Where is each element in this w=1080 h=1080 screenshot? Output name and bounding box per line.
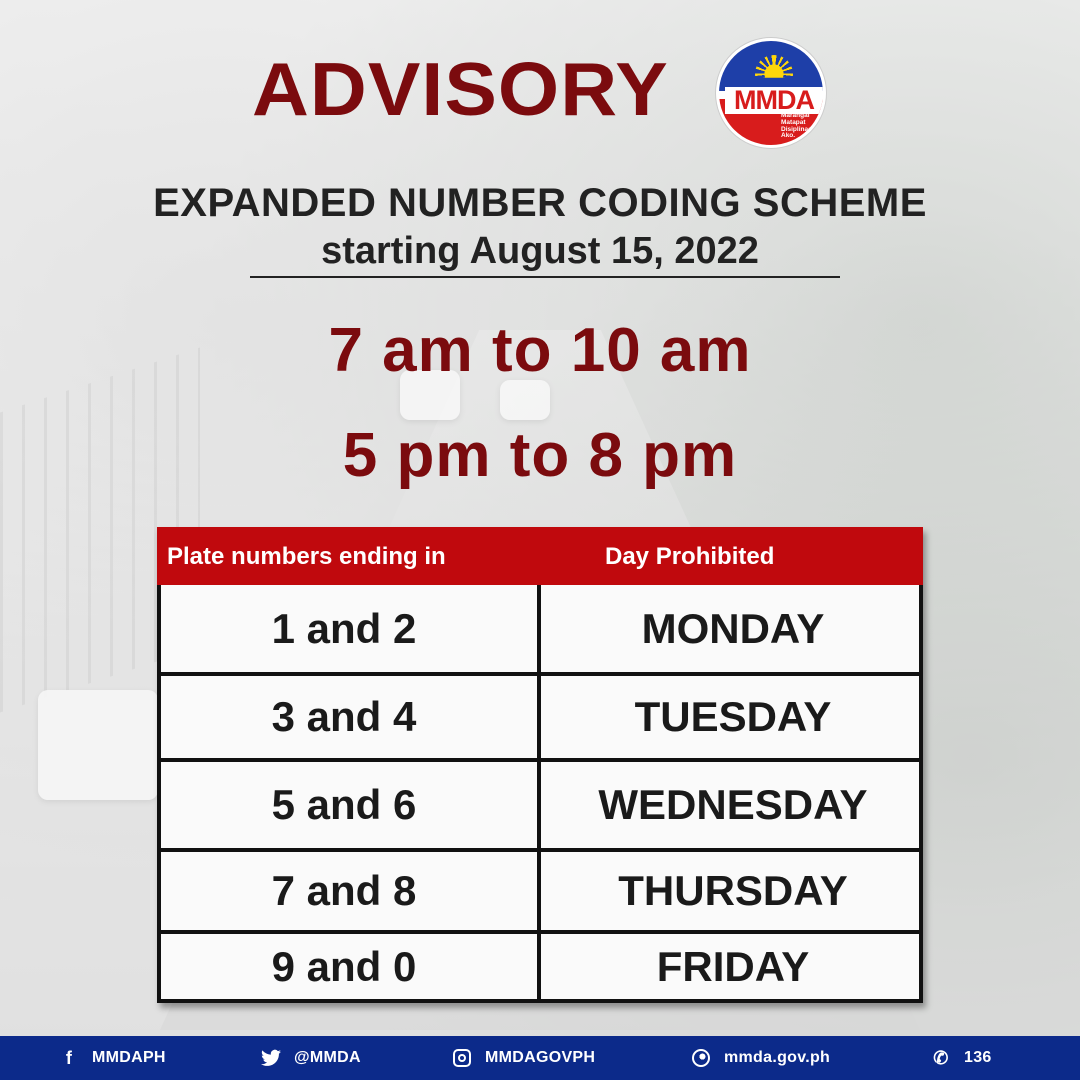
coding-schedule-table: Plate numbers ending in Day Prohibited 1… xyxy=(157,527,923,1003)
plate-cell: 5 and 6 xyxy=(161,762,541,848)
morning-hours: 7 am to 10 am xyxy=(328,316,752,385)
plate-cell: 7 and 8 xyxy=(161,852,541,930)
website-link[interactable]: mmda.gov.ph xyxy=(690,1036,830,1080)
website-url: mmda.gov.ph xyxy=(724,1049,831,1066)
table-header: Plate numbers ending in Day Prohibited xyxy=(157,527,923,585)
logo-text: MMDA xyxy=(725,87,823,114)
social-footer: f MMDAPH @MMDA MMDAGOVPH mmda.gov.ph ✆ 1… xyxy=(0,1036,1080,1080)
twitter-link[interactable]: @MMDA xyxy=(260,1036,361,1080)
facebook-handle: MMDAPH xyxy=(92,1049,166,1066)
mmda-logo: MMDA Marangal Matapat Disiplinado Ako. xyxy=(716,38,826,148)
twitter-handle: @MMDA xyxy=(294,1049,361,1066)
day-cell: FRIDAY xyxy=(656,942,810,990)
scheme-subtitle: EXPANDED NUMBER CODING SCHEME xyxy=(153,181,927,225)
hotline-link[interactable]: ✆ 136 xyxy=(930,1036,992,1080)
day-cell: TUESDAY xyxy=(634,693,832,740)
twitter-icon xyxy=(260,1047,282,1069)
plate-cell: 1 and 2 xyxy=(161,585,541,672)
table-row: 5 and 6 WEDNESDAY xyxy=(161,758,919,848)
header-day-prohibited: Day Prohibited xyxy=(605,543,775,570)
plate-cell: 9 and 0 xyxy=(161,934,541,999)
facebook-icon: f xyxy=(65,1047,73,1068)
date-underline xyxy=(250,276,840,278)
hotline-number: 136 xyxy=(964,1049,992,1066)
plate-cell: 3 and 4 xyxy=(161,676,541,758)
instagram-icon xyxy=(451,1047,473,1069)
advisory-title: ADVISORY xyxy=(252,47,669,131)
table-row: 3 and 4 TUESDAY xyxy=(161,672,919,758)
logo-motto: Marangal Matapat Disiplinado Ako. xyxy=(781,112,817,140)
phone-icon: ✆ xyxy=(933,1047,949,1068)
day-cell: MONDAY xyxy=(641,604,825,652)
table-row: 9 and 0 FRIDAY xyxy=(161,930,919,999)
start-date: starting August 15, 2022 xyxy=(321,230,759,272)
instagram-link[interactable]: MMDAGOVPH xyxy=(451,1036,595,1080)
day-cell: WEDNESDAY xyxy=(598,781,868,828)
evening-hours: 5 pm to 8 pm xyxy=(342,421,738,490)
instagram-handle: MMDAGOVPH xyxy=(485,1049,596,1066)
day-cell: THURSDAY xyxy=(618,867,848,914)
table-body: 1 and 2 MONDAY 3 and 4 TUESDAY 5 and 6 W… xyxy=(157,585,923,1003)
table-row: 7 and 8 THURSDAY xyxy=(161,848,919,930)
table-row: 1 and 2 MONDAY xyxy=(161,585,919,672)
globe-icon xyxy=(690,1047,712,1069)
header-plate-numbers: Plate numbers ending in xyxy=(167,543,446,570)
facebook-link[interactable]: f MMDAPH xyxy=(58,1036,166,1080)
